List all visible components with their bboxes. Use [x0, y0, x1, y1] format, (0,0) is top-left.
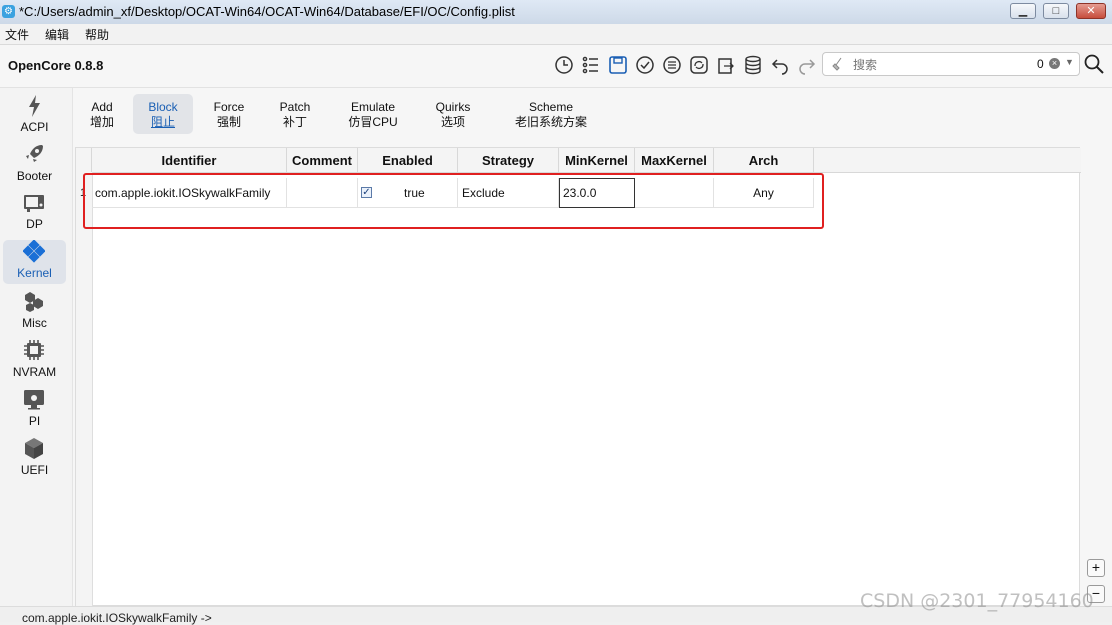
tab-label: Patch	[279, 100, 311, 114]
minimize-button[interactable]: ▁	[1010, 3, 1036, 19]
table-header: Identifier Comment Enabled Strategy MinK…	[76, 148, 1081, 173]
tab-emulate[interactable]: Emulate 仿冒CPU	[341, 94, 405, 134]
tab-scheme[interactable]: Scheme 老旧系统方案	[509, 94, 593, 134]
tab-sublabel: 仿冒CPU	[348, 115, 398, 129]
tab-sublabel: 阻止	[150, 115, 175, 129]
column-header-minkernel[interactable]: MinKernel	[559, 148, 635, 172]
tab-label: Scheme	[528, 100, 574, 114]
sync-icon[interactable]	[688, 54, 710, 76]
sidebar-item-uefi[interactable]: UEFI	[3, 437, 66, 481]
sidebar: ACPI Booter DP Kernel Misc NVRAM PI UEFI	[0, 88, 73, 606]
tab-sublabel: 增加	[89, 115, 114, 129]
tab-block[interactable]: Block 阻止	[133, 94, 193, 134]
sidebar-item-dp[interactable]: DP	[3, 191, 66, 235]
tab-quirks[interactable]: Quirks 选项	[429, 94, 477, 134]
row-number-column	[76, 172, 93, 607]
close-button[interactable]: ✕	[1076, 3, 1106, 19]
list-icon[interactable]	[580, 54, 602, 76]
check-icon[interactable]	[634, 54, 656, 76]
tab-sublabel: 补丁	[282, 115, 307, 129]
menu-bar: 文件 编辑 帮助	[0, 24, 1112, 45]
toolbar: OpenCore 0.8.8 0 × ▼	[0, 45, 1112, 88]
menu-help[interactable]: 帮助	[85, 26, 109, 43]
column-header-identifier[interactable]: Identifier	[92, 148, 287, 172]
sidebar-item-nvram[interactable]: NVRAM	[3, 339, 66, 383]
column-header-strategy[interactable]: Strategy	[458, 148, 559, 172]
search-result-count: 0	[1037, 57, 1044, 71]
lightning-icon	[29, 95, 40, 117]
search-input[interactable]	[851, 56, 1015, 74]
red-highlight-box	[83, 173, 824, 229]
display-icon	[24, 195, 44, 212]
tab-label: Block	[148, 100, 178, 114]
menu-edit[interactable]: 编辑	[45, 26, 69, 43]
broom-icon	[832, 57, 842, 71]
add-row-button[interactable]: +	[1087, 559, 1105, 577]
app-icon: ⚙	[2, 5, 15, 18]
sidebar-item-misc[interactable]: Misc	[3, 290, 66, 334]
column-header-comment[interactable]: Comment	[287, 148, 358, 172]
undo-icon[interactable]	[769, 54, 791, 76]
status-text: com.apple.iokit.IOSkywalkFamily ->	[22, 611, 212, 625]
save-icon[interactable]	[607, 54, 629, 76]
window-title: *C:/Users/admin_xf/Desktop/OCAT-Win64/OC…	[19, 4, 515, 19]
sidebar-item-label: ACPI	[20, 120, 49, 134]
sidebar-item-acpi[interactable]: ACPI	[3, 94, 66, 138]
import-icon[interactable]	[715, 54, 737, 76]
app-version-title: OpenCore 0.8.8	[8, 58, 104, 73]
sidebar-item-pi[interactable]: PI	[3, 388, 66, 432]
cubes-icon	[25, 292, 43, 312]
sidebar-item-label: DP	[26, 217, 43, 231]
sidebar-item-label: UEFI	[20, 463, 49, 477]
sidebar-item-booter[interactable]: Booter	[3, 143, 66, 187]
tab-label: Add	[91, 100, 113, 114]
tab-patch[interactable]: Patch 补丁	[271, 94, 319, 134]
title-bar: ⚙ *C:/Users/admin_xf/Desktop/OCAT-Win64/…	[0, 0, 1112, 25]
database-icon[interactable]	[742, 54, 764, 76]
clear-search-icon[interactable]: ×	[1049, 58, 1060, 69]
sidebar-item-label: NVRAM	[12, 365, 57, 379]
kernel-icon	[23, 240, 45, 263]
apple-monitor-icon	[24, 390, 44, 410]
maximize-button[interactable]: □	[1043, 3, 1069, 19]
search-box[interactable]: 0 × ▼	[822, 52, 1080, 76]
clock-icon[interactable]	[553, 54, 575, 76]
tab-label: Force	[213, 100, 245, 114]
tab-label: Quirks	[435, 100, 471, 114]
tab-sublabel: 老旧系统方案	[514, 115, 587, 129]
tab-add[interactable]: Add 增加	[81, 94, 123, 134]
column-header-maxkernel[interactable]: MaxKernel	[635, 148, 714, 172]
sidebar-item-label: Misc	[22, 316, 47, 330]
watermark: CSDN @2301_77954160	[860, 590, 1094, 612]
tab-sublabel: 强制	[216, 115, 241, 129]
main-panel: Add 增加 Block 阻止 Force 强制 Patch 补丁 Emulat…	[73, 88, 1112, 607]
sidebar-item-kernel[interactable]: Kernel	[3, 240, 66, 284]
redo-icon[interactable]	[796, 54, 818, 76]
tab-sublabel: 选项	[440, 115, 465, 129]
search-icon[interactable]	[1083, 53, 1105, 75]
rocket-icon	[26, 145, 43, 162]
tab-force[interactable]: Force 强制	[205, 94, 253, 134]
column-header-enabled[interactable]: Enabled	[358, 148, 458, 172]
sidebar-item-label: PI	[28, 414, 41, 428]
box-icon	[25, 438, 43, 459]
chip-icon	[24, 340, 44, 360]
sidebar-item-label: Booter	[16, 169, 53, 183]
database-list-icon[interactable]	[661, 54, 683, 76]
menu-file[interactable]: 文件	[5, 26, 29, 43]
tab-label: Emulate	[350, 100, 396, 114]
column-header-arch[interactable]: Arch	[714, 148, 814, 172]
sidebar-item-label: Kernel	[17, 266, 52, 280]
chevron-down-icon[interactable]: ▼	[1065, 57, 1074, 67]
row-number-header	[76, 148, 92, 172]
